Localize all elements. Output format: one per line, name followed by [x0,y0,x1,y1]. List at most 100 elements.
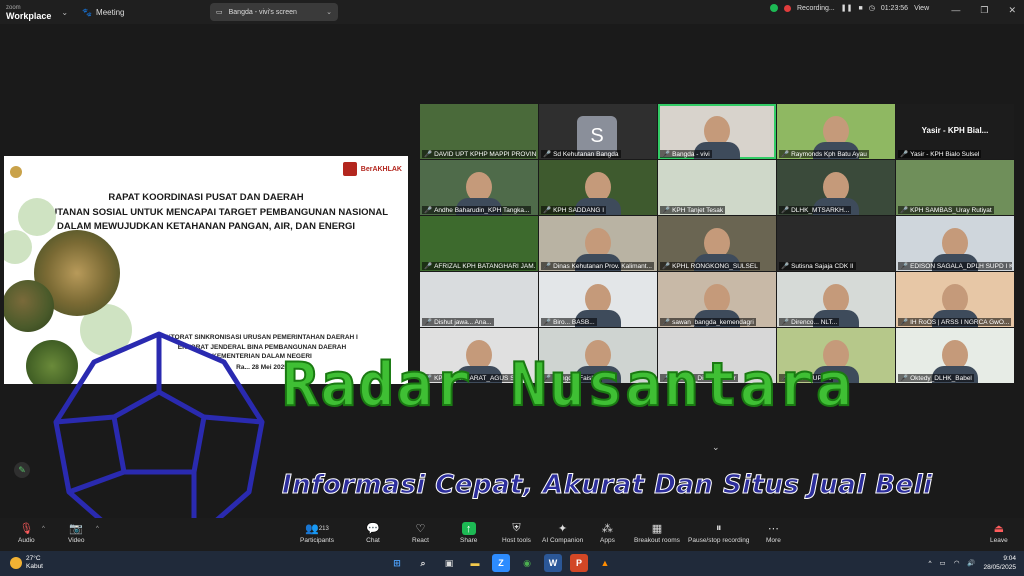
participant-tile[interactable]: 🎤 Biro... BASB... [539,272,657,327]
participant-tile[interactable]: 🎤 Andhe Baharudin_KPH Tangka... [420,160,538,215]
participants-button[interactable]: 👥 213 Participants [300,522,334,544]
chevron-down-icon[interactable]: ⌄ [712,442,720,453]
zoom-app-icon[interactable]: Z [492,554,510,572]
chat-icon: 💬 [366,523,380,535]
leave-icon: ⏏ [993,523,1005,535]
participant-name-label: 🎤 AFRIZAL KPH BATANGHARI JAM... [422,262,536,270]
participant-tile[interactable]: 🎤 KPH Tanjet Tesak [658,160,776,215]
shield-icon: ⛨ [512,522,521,534]
participant-tile[interactable]: 🎤 Raymonds Kph Batu Ayau [777,104,895,159]
participant-name-label: 🎤 sawan_bangda_kemendagri [660,318,756,326]
participants-icon: 👥 213 [305,523,329,535]
volume-icon[interactable]: 🔊 [967,559,975,567]
powerpoint-icon[interactable]: P [570,554,588,572]
wifi-icon[interactable]: ◠ [954,559,960,567]
slide-title-line-2: PERHUTANAN SOSIAL UNTUK MENCAPAI TARGET … [24,207,388,218]
participant-tile[interactable]: 🎤 KPHL RONGKONG_SULSEL [658,216,776,271]
chat-button[interactable]: 💬 Chat [366,522,380,544]
stop-icon[interactable]: ■ [858,5,862,12]
mic-muted-icon: 🎤 [662,263,671,270]
mic-muted-icon: 🎤 [662,151,671,158]
participant-tile[interactable]: 🎤 Oktedy_DLHK_Babel [896,328,1014,383]
mic-muted-icon: 🎤 [543,151,552,158]
recording-icon [784,4,791,12]
react-button[interactable]: ♡ React [412,522,429,544]
apps-button[interactable]: ⁂ Apps [600,522,615,544]
breakout-rooms-button[interactable]: ▦ Breakout rooms [634,522,680,544]
chevron-up-icon[interactable]: ^ [928,560,931,567]
minimize-icon[interactable]: — [951,5,960,16]
participant-name-label: 🎤 Biro... BASB... [541,318,597,326]
participant-display-name: Yasir - KPH Bial... [921,126,989,135]
participant-tile[interactable]: 🎤 KPH SADDANG I [539,160,657,215]
participant-name-label: 🎤 IH RoOS | ARSS I NGRCA GwO... [898,318,1012,326]
share-button[interactable]: ↑ Share [460,522,477,544]
vlc-icon[interactable]: ▲ [596,554,614,572]
zoom-window: zoom Workplace ⌄ 🐾 Meeting ▭ Bangda - vi… [0,0,1024,576]
participant-name-label: 🎤 Sutisna Sajaja CDK II [779,262,856,270]
pause-icon[interactable]: ❚❚ [841,4,853,12]
share-icon: ↑ [461,522,476,535]
participant-tile[interactable]: 🎤 Dishut jawa... Ana... [420,272,538,327]
search-icon[interactable]: ⌕ [414,554,432,572]
participant-tile[interactable]: 🎤 EDISON SAGALA_DPLH SUPD I K... [896,216,1014,271]
heart-icon: ♡ [415,523,426,535]
slide-title-line-1: RAPAT KOORDINASI PUSAT DAN DAERAH [108,192,304,203]
more-button[interactable]: ⋯ More [766,522,781,544]
participant-name-label: 🎤 KPH SAMBAS_Uray Rutiyat [898,206,994,214]
mic-muted-icon: 🎤 [900,319,909,326]
participant-tile[interactable]: Yasir - KPH Bial... 🎤 Yasir - KPH Bialo Su… [896,104,1014,159]
view-button[interactable]: View [914,5,929,12]
chevron-up-icon[interactable]: ^ [96,526,99,532]
weather-widget[interactable]: 27°C Kabut [10,555,43,571]
chevron-up-icon[interactable]: ^ [42,526,45,532]
screen-share-indicator[interactable]: ▭ Bangda - vivi's screen ⌄ [210,3,338,21]
participant-name-label: 🎤 KPH Tanjet Tesak [660,206,726,214]
participant-name-label: 🎤 KPHL RONGKONG_SULSEL [660,262,760,270]
clock[interactable]: 9:04 28/05/2025 [983,554,1016,572]
audio-button[interactable]: 🎙 Audio [18,522,35,544]
mic-muted-icon: 🎤 [781,263,790,270]
camera-off-icon: 📷 [69,523,84,535]
host-tools-button[interactable]: ⛨ Host tools [502,522,531,544]
word-icon[interactable]: W [544,554,562,572]
participant-name-label: 🎤 Oktedy_DLHK_Babel [898,374,974,382]
participant-tile[interactable]: 🎤 KPH SAMBAS_Uray Rutiyat [896,160,1014,215]
pause-recording-button[interactable]: ⏸ Pause/stop recording [688,522,749,544]
participant-tile[interactable]: 🎤 Sutisna Sajaja CDK II [777,216,895,271]
mic-muted-icon: 🎤 [662,207,671,214]
participant-tile[interactable]: 🎤 IH RoOS | ARSS I NGRCA GwO... [896,272,1014,327]
chevron-down-icon[interactable]: ⌄ [326,8,332,16]
mic-muted-icon: 🎤 [543,207,552,214]
pencil-icon[interactable]: ✎ [14,462,30,478]
participant-tile[interactable]: 🎤 Dinas Kehutanan Prov. Kalimant... [539,216,657,271]
participant-name-label: 🎤 Direnco... NLT... [779,318,840,326]
chrome-icon[interactable]: ◉ [518,554,536,572]
mic-muted-icon: 🎤 [781,207,790,214]
video-button[interactable]: 📷 Video [68,522,85,544]
battery-icon[interactable]: ▭ [940,559,946,567]
system-tray: ^ ▭ ◠ 🔊 9:04 28/05/2025 [928,554,1016,572]
leave-button[interactable]: ⏏ Leave [990,522,1008,544]
mic-muted-icon: 🎤 [424,207,433,214]
participant-tile[interactable]: 🎤 Direnco... NLT... [777,272,895,327]
chevron-down-icon[interactable]: ⌄ [61,8,68,17]
file-explorer-icon[interactable]: ▬ [466,554,484,572]
shield-icon [770,4,778,12]
task-view-icon[interactable]: ▣ [440,554,458,572]
close-icon[interactable]: ✕ [1008,5,1016,16]
mic-muted-icon: 🎤 [781,151,790,158]
windows-start-icon[interactable]: ⊞ [388,554,406,572]
recording-status: Recording... ❚❚ ■ ◷ 01:23:56 View [770,4,929,12]
mic-muted-icon: 🎤 [781,319,790,326]
participant-tile[interactable]: 🎤 AFRIZAL KPH BATANGHARI JAM... [420,216,538,271]
participant-tile[interactable]: 🎤 Bangda - vivi [658,104,776,159]
participant-tile[interactable]: 🎤 DAVID UPT KPHP MAPPI PROVIN... [420,104,538,159]
ai-companion-button[interactable]: ✦ AI Companion [542,522,583,544]
participant-name-label: 🎤 Dishut jawa... Ana... [422,318,494,326]
participant-tile[interactable]: S 🎤 Sd Kehutanan Bangda [539,104,657,159]
meeting-menu[interactable]: 🐾 Meeting [82,8,124,17]
participant-tile[interactable]: 🎤 DLHK_MTSARKH... [777,160,895,215]
participant-tile[interactable]: 🎤 sawan_bangda_kemendagri [658,272,776,327]
maximize-icon[interactable]: ❐ [980,5,988,16]
